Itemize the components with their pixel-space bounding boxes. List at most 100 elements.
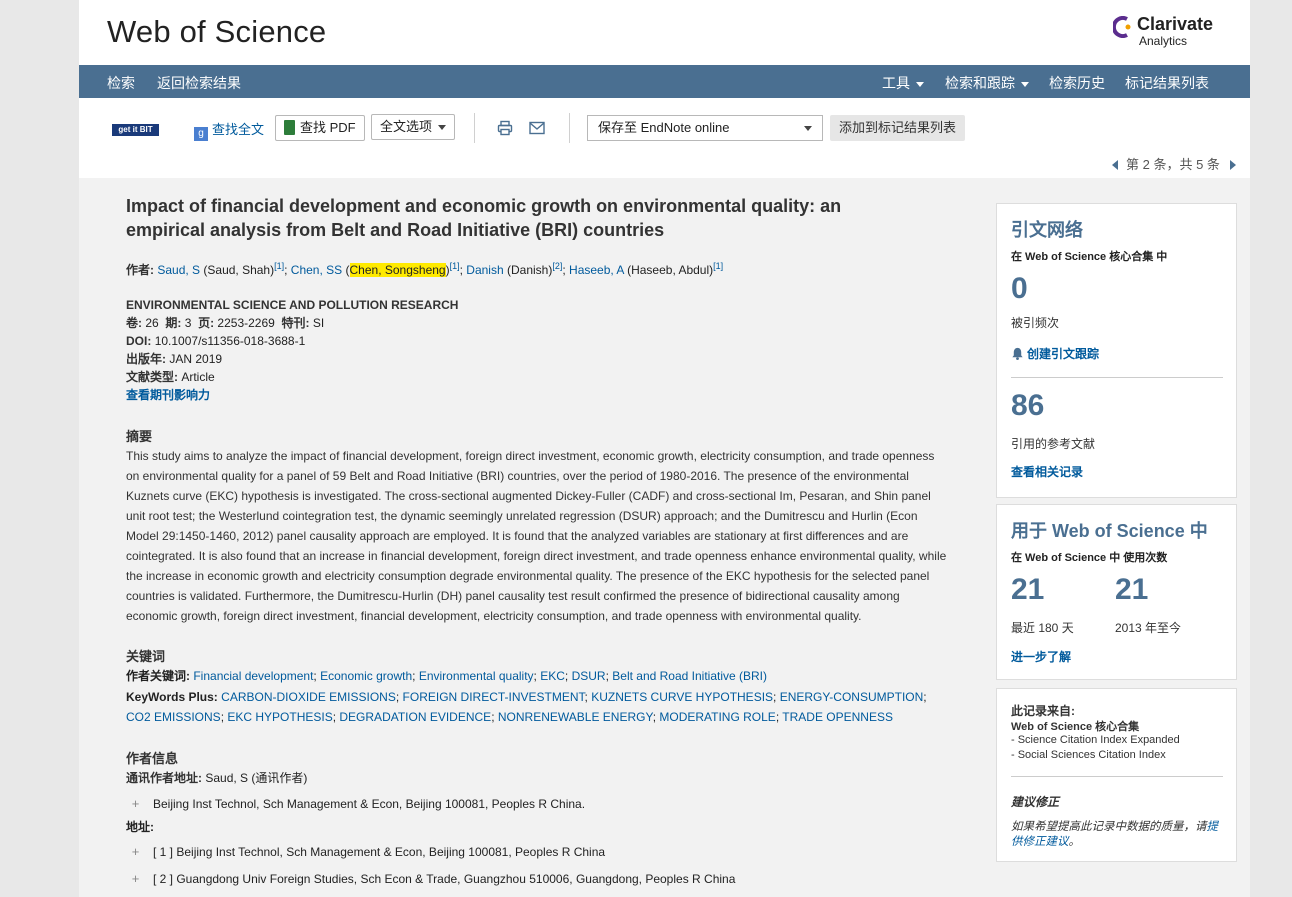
nav-search[interactable]: 检索 xyxy=(107,73,135,93)
usage-since-2013-label: 2013 年至今 xyxy=(1115,621,1182,635)
add-to-marked-list-button[interactable]: 添加到标记结果列表 xyxy=(830,115,965,141)
authors-line: 作者: Saud, S (Saud, Shah)[1]; Chen, SS (C… xyxy=(126,261,724,277)
expand-plus-icon[interactable]: + xyxy=(131,796,140,811)
suggest-text: 如果希望提高此记录中数据的质量，请 xyxy=(1011,821,1207,833)
cited-references-label: 引用的参考文献 xyxy=(1011,437,1096,451)
pages-label: 页: xyxy=(198,316,215,330)
keyword-link[interactable]: EKC xyxy=(540,669,565,683)
view-related-records[interactable]: 查看相关记录 xyxy=(1011,463,1083,480)
record-title: Impact of financial development and econ… xyxy=(126,196,842,240)
corresponding-address-text: Beijing Inst Technol, Sch Management & E… xyxy=(153,797,586,811)
author-fullname: (Haseeb, Abdul) xyxy=(627,263,714,277)
find-pdf-button[interactable]: 查找 PDF xyxy=(275,115,365,141)
usage-sub: 在 Web of Science 中 使用次数 xyxy=(1011,552,1168,564)
find-fulltext-link[interactable]: g 查找全文 xyxy=(194,119,264,141)
citation-network-panel: 引文网络 在 Web of Science 核心合集 中 0 被引频次 创建引文… xyxy=(996,203,1237,498)
nav-search-track[interactable]: 检索和跟踪 xyxy=(945,73,1029,93)
author-keywords: 作者关键词: Financial development; Economic g… xyxy=(126,669,768,683)
keyword-link[interactable]: Economic growth xyxy=(320,669,412,683)
keyword-link[interactable]: KUZNETS CURVE HYPOTHESIS xyxy=(591,690,773,704)
chevron-down-icon xyxy=(1021,81,1029,87)
expand-plus-icon[interactable]: + xyxy=(131,844,140,859)
record-source-heading: 此记录来自: xyxy=(1011,704,1075,718)
keyword-link[interactable]: CO2 EMISSIONS xyxy=(126,710,221,724)
keyword-link[interactable]: NONRENEWABLE ENERGY xyxy=(498,710,653,724)
getit-button[interactable]: get it BIT xyxy=(112,124,159,136)
keyword-link[interactable]: Financial development xyxy=(193,669,313,683)
nav-tools[interactable]: 工具 xyxy=(882,73,924,93)
doi-label: DOI: xyxy=(126,334,152,348)
index-sci: - Science Citation Index Expanded xyxy=(1011,734,1180,746)
keyword-link[interactable]: DSUR xyxy=(572,669,606,683)
keyword-link[interactable]: FOREIGN DIRECT-INVESTMENT xyxy=(403,690,585,704)
abstract-heading: 摘要 xyxy=(126,429,153,444)
address-item: + [ 1 ] Beijing Inst Technol, Sch Managem… xyxy=(131,844,605,859)
keyword-link[interactable]: EKC HYPOTHESIS xyxy=(227,710,332,724)
author-address-ref[interactable]: [1] xyxy=(713,261,723,271)
times-cited-label: 被引频次 xyxy=(1011,316,1060,330)
save-to-select[interactable]: 保存至 EndNote online xyxy=(587,115,823,141)
suggest-correction-heading: 建议修正 xyxy=(1011,795,1060,809)
author-link[interactable]: Danish xyxy=(466,263,503,277)
keyword-link[interactable]: CARBON-DIOXIDE EMISSIONS xyxy=(221,690,396,704)
author-fullname-highlight: Chen, Songsheng xyxy=(349,263,446,277)
pubdate-value: JAN 2019 xyxy=(169,352,223,366)
issue-label: 期: xyxy=(165,316,182,330)
chevron-down-icon xyxy=(916,81,924,87)
pubdate-line: 出版年: JAN 2019 xyxy=(126,350,926,368)
record-pager: 第 2 条，共 5 条 xyxy=(1112,154,1236,173)
author-address-ref[interactable]: [2] xyxy=(552,261,562,271)
usage-180-days-label: 最近 180 天 xyxy=(1011,621,1074,635)
keywords-plus-label: KeyWords Plus: xyxy=(126,690,218,704)
main-nav: 检索 返回检索结果 工具 检索和跟踪 检索历史 标记结果列表 xyxy=(79,65,1250,98)
nav-back-to-results[interactable]: 返回检索结果 xyxy=(157,73,241,93)
volume-value: 26 xyxy=(145,316,159,330)
suggest-correction-text: 如果希望提高此记录中数据的质量，请提供修正建议。 xyxy=(1011,820,1223,850)
keyword-link[interactable]: DEGRADATION EVIDENCE xyxy=(339,710,491,724)
journal-impact-link[interactable]: 查看期刊影响力 xyxy=(126,388,210,402)
author-link[interactable]: Haseeb, A xyxy=(569,263,624,277)
next-record-icon[interactable] xyxy=(1229,160,1236,170)
author-address-ref[interactable]: [1] xyxy=(450,261,460,271)
divider xyxy=(1011,776,1223,777)
nav-search-history[interactable]: 检索历史 xyxy=(1049,73,1105,93)
times-cited-count[interactable]: 0 xyxy=(1011,272,1028,306)
authors-label: 作者: xyxy=(126,263,154,277)
keyword-link[interactable]: TRADE OPENNESS xyxy=(782,710,893,724)
record-source-panel: 此记录来自: Web of Science 核心合集 - Science Cit… xyxy=(996,688,1237,862)
doi-line: DOI: 10.1007/s11356-018-3688-1 xyxy=(126,332,926,350)
fulltext-options-button[interactable]: 全文选项 xyxy=(371,114,456,140)
nav-marked-list[interactable]: 标记结果列表 xyxy=(1125,73,1209,93)
cited-references-count[interactable]: 86 xyxy=(1011,389,1044,423)
keyword-link[interactable]: Belt and Road Initiative (BRI) xyxy=(612,669,767,683)
journal-name: ENVIRONMENTAL SCIENCE AND POLLUTION RESE… xyxy=(126,298,459,312)
keyword-link[interactable]: Environmental quality xyxy=(419,669,534,683)
corresponding-author-line: 通讯作者地址: Saud, S (通讯作者) xyxy=(126,769,926,787)
author-link[interactable]: Saud, S xyxy=(157,263,200,277)
volume-line: 卷: 26 期: 3 页: 2253-2269 特刊: SI xyxy=(126,314,926,332)
author-link[interactable]: Chen, SS xyxy=(291,263,342,277)
author-info-heading: 作者信息 xyxy=(126,751,179,766)
corresponding-author: Saud, S (通讯作者) xyxy=(205,771,308,785)
core-collection: Web of Science 核心合集 xyxy=(1011,721,1140,733)
address-item: + [ 2 ] Guangdong Univ Foreign Studies, S… xyxy=(131,871,736,886)
brand-title[interactable]: Web of Science xyxy=(107,14,326,50)
print-icon[interactable] xyxy=(497,120,513,136)
prev-record-icon[interactable] xyxy=(1112,160,1118,170)
fulltext-options-label: 全文选项 xyxy=(380,119,433,134)
author-address-ref[interactable]: [1] xyxy=(274,261,284,271)
keyword-link[interactable]: MODERATING ROLE xyxy=(659,710,775,724)
index-ssci: - Social Sciences Citation Index xyxy=(1011,749,1166,761)
doctype-label: 文献类型: xyxy=(126,370,178,384)
keyword-link[interactable]: ENERGY-CONSUMPTION xyxy=(780,690,924,704)
find-fulltext-label: 查找全文 xyxy=(212,122,265,137)
vendor-name: Clarivate xyxy=(1137,14,1214,34)
create-citation-alert-label: 创建引文跟踪 xyxy=(1027,347,1100,361)
learn-more-link[interactable]: 进一步了解 xyxy=(1011,648,1071,665)
email-icon[interactable] xyxy=(529,121,545,135)
expand-plus-icon[interactable]: + xyxy=(131,871,140,886)
chevron-down-icon xyxy=(438,125,447,131)
doi-value: 10.1007/s11356-018-3688-1 xyxy=(154,334,306,348)
divider xyxy=(569,113,570,143)
create-citation-alert[interactable]: 创建引文跟踪 xyxy=(1011,345,1099,362)
